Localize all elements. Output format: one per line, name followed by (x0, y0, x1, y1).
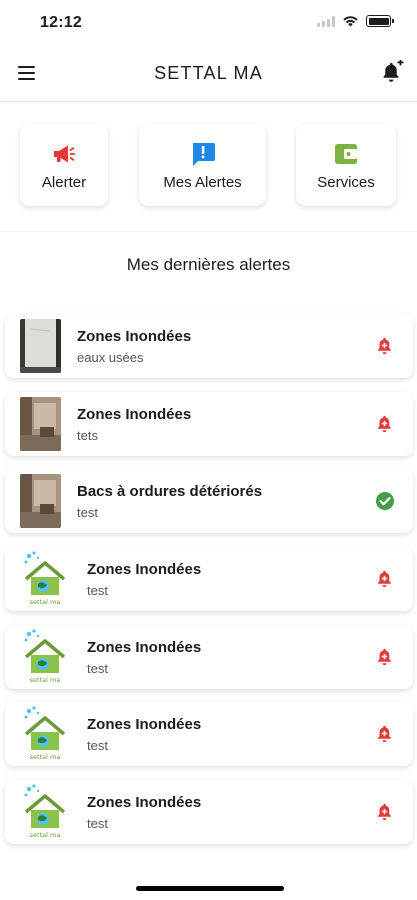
section-title: Mes dernières alertes (126, 255, 291, 274)
page-title: SETTAL MA (154, 63, 263, 83)
alert-title: Zones Inondées (87, 794, 202, 811)
services-button[interactable]: Services (296, 124, 396, 206)
alert-title: Zones Inondées (87, 716, 202, 733)
alert-list-item[interactable]: settal ma Zones Inondées test (5, 624, 413, 689)
svg-text:settal ma: settal ma (30, 753, 61, 761)
svg-text:settal ma: settal ma (30, 676, 61, 684)
svg-text:settal ma: settal ma (30, 831, 61, 839)
bell-plus-icon[interactable] (380, 60, 404, 84)
bell-alert-icon (375, 802, 395, 822)
battery-icon (366, 15, 394, 27)
home-indicator[interactable] (136, 886, 284, 891)
bell-alert-icon (375, 336, 395, 356)
alert-message-icon (189, 140, 217, 168)
settal-logo-thumbnail: settal ma (20, 782, 70, 840)
quick-actions: Alerter Mes Alertes Services (0, 102, 417, 232)
alert-subtitle: eaux usées (77, 350, 144, 365)
bell-alert-icon (375, 414, 395, 434)
app-bar: SETTAL MA (0, 46, 417, 102)
alert-list-item[interactable]: Zones Inondées tets (5, 391, 413, 456)
bell-alert-icon (375, 724, 395, 744)
alert-subtitle: test (87, 738, 108, 753)
settal-logo-thumbnail: settal ma (20, 549, 70, 607)
alert-list-item[interactable]: Bacs à ordures détériorés test (5, 469, 413, 533)
alert-title: Zones Inondées (87, 638, 202, 656)
svg-text:settal ma: settal ma (30, 598, 61, 606)
alert-subtitle: test (87, 583, 108, 598)
megaphone-icon (50, 140, 78, 168)
alert-subtitle: test (77, 505, 98, 520)
alert-title: Zones Inondées (77, 405, 192, 423)
alert-photo-thumbnail (20, 474, 61, 528)
check-circle-icon (375, 491, 395, 511)
alert-photo-thumbnail (20, 319, 61, 373)
mes-alertes-label: Mes Alertes (163, 173, 242, 191)
alert-list-item[interactable]: settal ma Zones Inondées test (5, 702, 413, 766)
alerter-label: Alerter (41, 173, 87, 191)
alert-title: Zones Inondées (87, 561, 202, 578)
alert-list-item[interactable]: settal ma Zones Inondées test (5, 780, 413, 844)
alert-subtitle: test (87, 660, 108, 676)
cellular-signal-icon (317, 15, 335, 27)
alert-photo-thumbnail (20, 396, 61, 451)
status-bar: 12:12 (0, 0, 417, 46)
alerter-button[interactable]: Alerter (20, 124, 108, 206)
alert-title: Zones Inondées (77, 328, 192, 345)
alert-subtitle: test (87, 816, 108, 831)
wifi-icon (343, 16, 358, 27)
alert-title: Bacs à ordures détériorés (77, 483, 263, 500)
settal-logo-thumbnail: settal ma (20, 704, 70, 762)
status-icons (317, 15, 394, 27)
mes-alertes-button[interactable]: Mes Alertes (139, 124, 266, 206)
bell-alert-icon (375, 647, 395, 667)
settal-logo-thumbnail: settal ma (20, 627, 70, 685)
status-time: 12:12 (40, 14, 82, 31)
bell-alert-icon (375, 569, 395, 589)
alert-subtitle: tets (77, 427, 98, 443)
alert-list-item[interactable]: Zones Inondées eaux usées (5, 314, 413, 378)
wallet-icon (332, 140, 360, 168)
services-label: Services (317, 173, 375, 191)
alert-list-item[interactable]: settal ma Zones Inondées test (5, 547, 413, 611)
